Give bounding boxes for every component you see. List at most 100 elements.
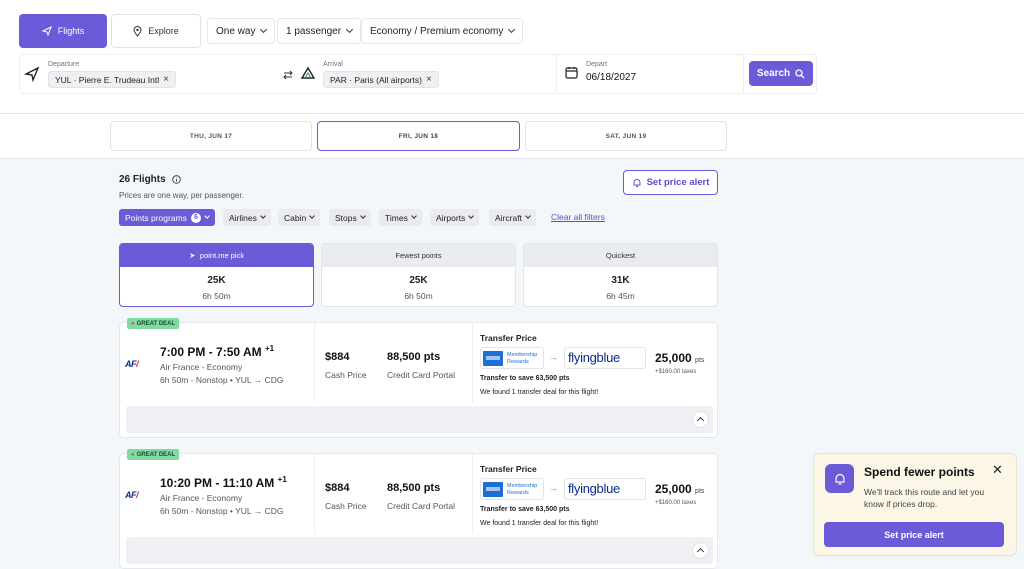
bell-plus-icon — [633, 178, 641, 187]
tab-explore[interactable]: Explore — [111, 14, 201, 48]
departure-label: Departure — [48, 61, 80, 68]
set-price-alert-button[interactable]: Set price alert — [623, 170, 718, 195]
filter-times[interactable]: Times — [379, 209, 422, 226]
divider — [314, 454, 315, 534]
day-offset: +1 — [277, 475, 287, 484]
sort-card-pointme-pick[interactable]: point.me pick 25K 6h 50m — [119, 243, 314, 307]
trip-type-dropdown[interactable]: One way — [207, 18, 276, 44]
depart-time: 10:20 PM — [160, 476, 213, 490]
plane-arrival-icon — [300, 66, 316, 79]
cash-price-label: Cash Price — [325, 370, 367, 380]
air-france-logo: AF/ — [125, 490, 139, 500]
info-icon[interactable] — [171, 175, 181, 184]
sort-card-head: Quickest — [524, 244, 717, 267]
search-button[interactable]: Search — [749, 61, 813, 86]
close-icon[interactable]: ✕ — [992, 462, 1003, 478]
transfer-found: We found 1 transfer deal for this flight… — [480, 389, 599, 396]
transfer-save: Transfer to save 63,500 pts — [480, 375, 570, 382]
search-button-label: Search — [756, 68, 791, 79]
amex-logo: Membership Rewards — [480, 478, 544, 500]
calendar-icon — [565, 67, 578, 79]
portal-points: 88,500 pts — [387, 351, 441, 363]
divider — [472, 323, 473, 403]
airline-logo-text: AF — [125, 359, 137, 369]
arrival-chip[interactable]: PAR · Paris (All airports) × — [323, 71, 439, 88]
chevron-up-icon[interactable] — [692, 411, 709, 428]
chevron-down-icon — [309, 213, 316, 219]
sparkle-icon — [189, 253, 195, 258]
cabin-value: Economy / Premium economy — [370, 25, 504, 37]
chevron-down-icon — [260, 213, 266, 219]
flight-details-bar[interactable] — [126, 406, 713, 433]
flight-times: 7:00 PM - 7:50 AM +1 — [160, 344, 275, 359]
amex-program-name: Membership Rewards — [507, 483, 538, 496]
arrive-time: 11:10 AM — [222, 476, 275, 490]
close-icon[interactable]: × — [426, 74, 432, 85]
points-unit: pts — [695, 357, 705, 364]
sort-card-title: Quickest — [605, 251, 636, 260]
filter-aircraft[interactable]: Aircraft — [489, 209, 536, 226]
cabin-dropdown[interactable]: Economy / Premium economy — [361, 18, 524, 44]
sort-card-title: Fewest points — [395, 251, 442, 260]
filter-label: Airlines — [229, 212, 257, 223]
filter-airlines[interactable]: Airlines — [223, 209, 271, 226]
flight-route: 6h 50m - Nonstop • YUL → CDG — [160, 375, 284, 385]
flight-card[interactable]: ● GREAT DEAL AF/ 7:00 PM - 7:50 AM +1 Ai… — [119, 318, 718, 438]
fire-icon: ● — [131, 451, 135, 458]
portal-points: 88,500 pts — [387, 482, 441, 494]
passenger-dropdown[interactable]: 1 passenger — [277, 18, 362, 44]
portal-label: Credit Card Portal — [387, 370, 456, 380]
arrival-label: Arrival — [323, 61, 343, 68]
sort-card-head: Fewest points — [322, 244, 515, 267]
great-deal-badge: ● GREAT DEAL — [127, 318, 180, 329]
depart-date-field[interactable]: 06/18/2027 — [586, 72, 636, 83]
arrival-value: PAR · Paris (All airports) — [330, 74, 422, 85]
points-unit: pts — [695, 488, 705, 495]
chevron-down-icon — [204, 213, 210, 219]
filter-label: Cabin — [284, 212, 307, 223]
flight-details-bar[interactable] — [126, 537, 713, 564]
sort-card-duration: 6h 50m — [202, 291, 231, 301]
plane-departure-icon — [24, 66, 40, 82]
plane-icon — [41, 26, 52, 36]
bell-icon — [834, 473, 845, 485]
filter-stops[interactable]: Stops — [329, 209, 371, 226]
filter-label: Stops — [335, 212, 357, 223]
arrow-right-icon: → — [549, 483, 558, 493]
swap-icon[interactable] — [282, 69, 294, 81]
filter-points-programs[interactable]: Points programs 6 — [119, 209, 215, 226]
date-card-selected[interactable]: FRI, JUN 18 — [317, 121, 520, 151]
toast-message: We'll track this route and let you know … — [864, 487, 985, 509]
divider — [556, 55, 557, 93]
divider — [743, 55, 744, 93]
great-deal-label: GREAT DEAL — [136, 320, 176, 327]
departure-value: YUL · Pierre E. Trudeau Intl — [55, 74, 160, 85]
clear-all-filters-link[interactable]: Clear all filters — [551, 212, 605, 222]
close-icon[interactable]: × — [163, 74, 169, 85]
filter-airports[interactable]: Airports — [430, 209, 480, 226]
chevron-up-icon[interactable] — [692, 542, 709, 559]
sort-card-quickest[interactable]: Quickest 31K 6h 45m — [523, 243, 718, 307]
top-bar: Flights Explore One way 1 passenger Econ… — [0, 0, 1024, 114]
location-pin-icon — [133, 25, 142, 37]
flyingblue-logo: flyingblue — [564, 347, 646, 369]
filter-label: Airports — [436, 212, 466, 223]
transfer-taxes: +$160.00 taxes — [655, 500, 697, 506]
tab-flights[interactable]: Flights — [19, 14, 107, 48]
portal-label: Credit Card Portal — [387, 501, 456, 511]
chevron-down-icon — [410, 213, 417, 219]
sort-card-fewest-points[interactable]: Fewest points 25K 6h 50m — [321, 243, 516, 307]
date-card-prev[interactable]: THU, JUN 17 — [110, 121, 312, 151]
air-france-logo: AF/ — [125, 359, 139, 369]
transfer-points-value: 25,000 — [655, 351, 692, 365]
flights-count-label: 26 Flights — [119, 174, 166, 185]
departure-chip[interactable]: YUL · Pierre E. Trudeau Intl × — [48, 71, 176, 88]
flight-card[interactable]: ● GREAT DEAL AF/ 10:20 PM - 11:10 AM +1 … — [119, 449, 718, 569]
transfer-found: We found 1 transfer deal for this flight… — [480, 520, 599, 527]
filter-cabin[interactable]: Cabin — [278, 209, 321, 226]
date-card-next[interactable]: SAT, JUN 19 — [525, 121, 727, 151]
toast-set-price-alert-button[interactable]: Set price alert — [824, 522, 1004, 547]
transfer-price-title: Transfer Price — [480, 464, 537, 474]
amex-logo: Membership Rewards — [480, 347, 544, 369]
day-offset: +1 — [264, 344, 275, 353]
